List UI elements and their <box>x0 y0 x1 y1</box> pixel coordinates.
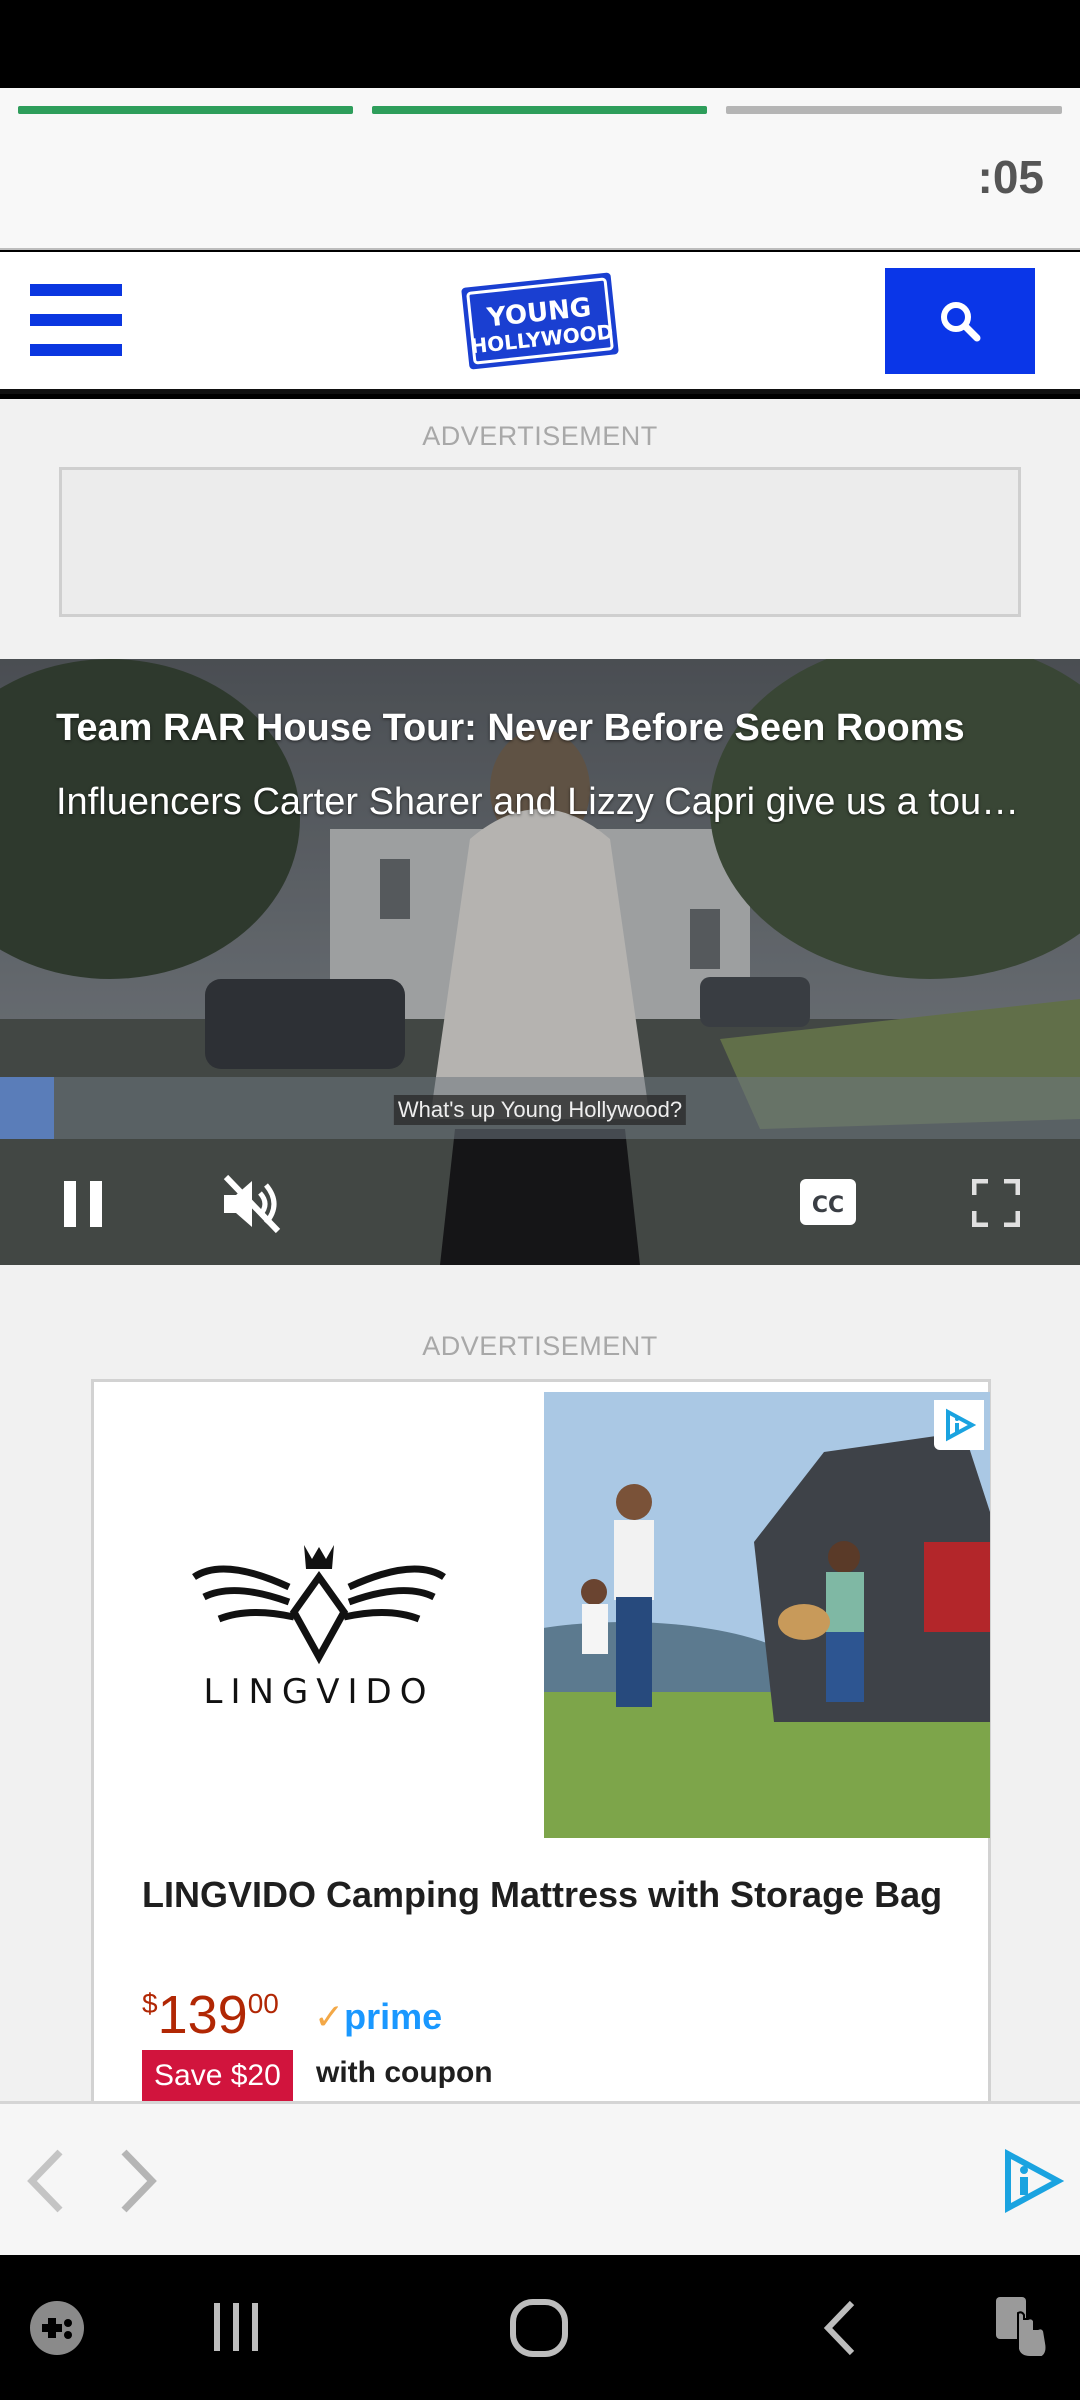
video-caption: What's up Young Hollywood? <box>393 1095 687 1125</box>
video-player[interactable]: Team RAR House Tour: Never Before Seen R… <box>0 659 1080 1265</box>
muted-icon[interactable] <box>220 1173 284 1235</box>
story-bottom-bar <box>0 2101 1080 2255</box>
next-arrow-icon[interactable] <box>116 2148 160 2214</box>
svg-text:CC: CC <box>812 1193 844 1218</box>
ad-banner-placeholder[interactable] <box>59 467 1021 617</box>
pause-icon[interactable] <box>60 1179 106 1229</box>
product-price: $13900 <box>142 1984 279 2046</box>
story-progress-fill <box>18 106 353 114</box>
coupon-text: with coupon <box>316 2056 493 2089</box>
video-description: Influencers Carter Sharer and Lizzy Capr… <box>56 781 1026 823</box>
back-icon[interactable] <box>818 2299 862 2357</box>
adchoices-play-icon[interactable] <box>998 2148 1064 2214</box>
svg-text:LINGVIDO: LINGVIDO <box>204 1672 435 1712</box>
home-icon[interactable] <box>508 2297 570 2359</box>
recent-apps-icon[interactable] <box>208 2299 264 2355</box>
status-bar <box>0 0 1080 88</box>
price-cents: 00 <box>247 1988 279 2019</box>
family-car-photo <box>544 1392 990 1838</box>
hamburger-menu-icon[interactable] <box>30 284 122 356</box>
story-progress-segment-1 <box>18 106 353 114</box>
prime-badge: ✓prime <box>314 1996 443 2037</box>
video-seek-progress <box>0 1077 54 1139</box>
ad-slot-bottom: ADVERTISEMENT LINGVIDO LINGVIDO Camping … <box>0 1265 1080 2139</box>
story-progress-segment-2 <box>372 106 707 114</box>
advertisement-label: ADVERTISEMENT <box>422 421 658 451</box>
previous-arrow-icon[interactable] <box>24 2148 68 2214</box>
story-header: :05 <box>0 88 1080 250</box>
coupon-badge: Save $20 <box>142 2050 293 2102</box>
story-progress-segment-3 <box>726 106 1062 114</box>
search-button[interactable] <box>885 268 1035 374</box>
story-progress-fill <box>372 106 707 114</box>
video-title: Team RAR House Tour: Never Before Seen R… <box>56 707 965 749</box>
price-whole: 139 <box>157 1985 248 2045</box>
price-currency: $ <box>142 1988 158 2019</box>
countdown-timer: :05 <box>977 151 1044 203</box>
product-photo[interactable] <box>544 1392 990 1838</box>
screen: :05 YOUNG HOLLYWOOD ADVERTISEMENT Team R… <box>0 0 1080 2400</box>
product-title[interactable]: LINGVIDO Camping Mattress with Storage B… <box>142 1868 962 1922</box>
advertisement-label: ADVERTISEMENT <box>422 1331 658 1361</box>
site-header: YOUNG HOLLYWOOD <box>0 252 1080 394</box>
ad-slot-top: ADVERTISEMENT <box>0 399 1080 659</box>
product-ad-card[interactable]: LINGVIDO LINGVIDO Camping Mattress with … <box>91 1379 991 2139</box>
closed-captions-icon[interactable]: CC <box>798 1177 858 1227</box>
young-hollywood-logo[interactable]: YOUNG HOLLYWOOD <box>455 266 625 376</box>
fullscreen-icon[interactable] <box>972 1179 1020 1227</box>
search-icon <box>941 302 981 342</box>
adchoices-icon[interactable] <box>934 1400 984 1450</box>
android-navigation-bar <box>0 2255 1080 2400</box>
lingvido-brand-logo: LINGVIDO <box>192 1545 446 1712</box>
game-launcher-icon[interactable] <box>28 2299 86 2357</box>
accessibility-touch-icon[interactable] <box>990 2293 1050 2361</box>
prime-check-icon: ✓ <box>314 1996 345 2037</box>
